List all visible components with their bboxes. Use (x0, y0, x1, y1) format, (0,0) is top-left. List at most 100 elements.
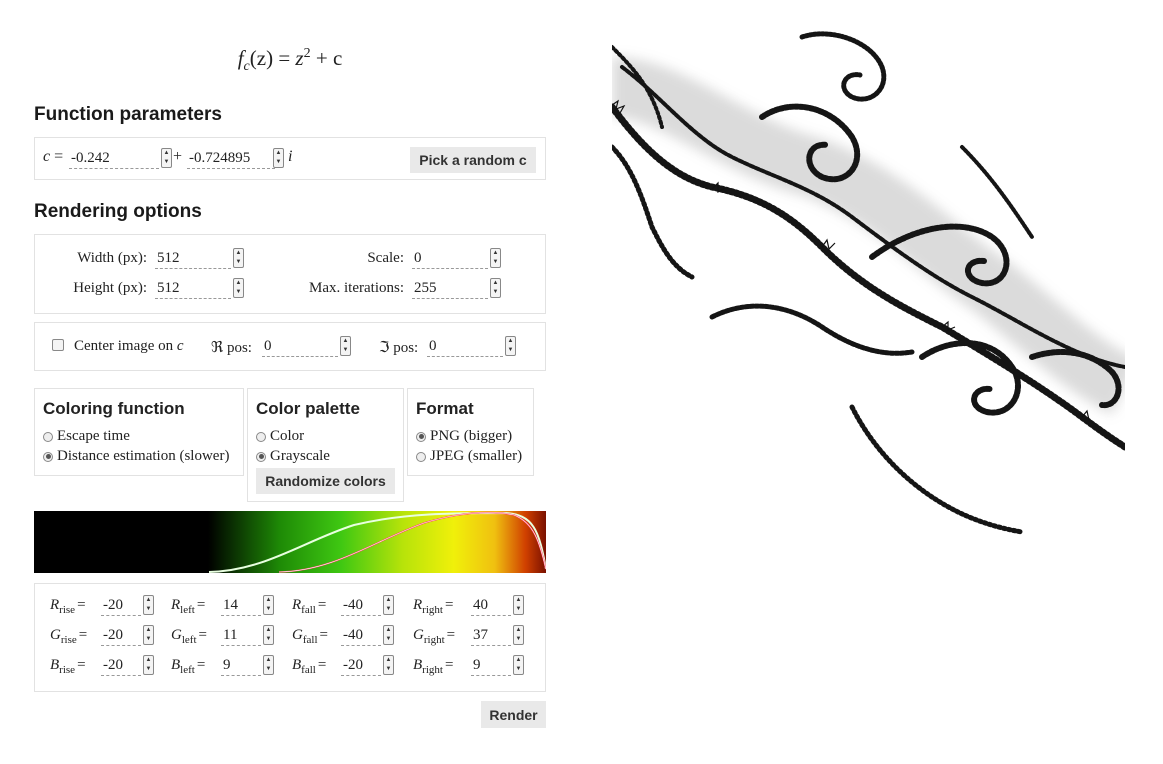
grayscale-radio[interactable] (256, 451, 266, 462)
param-label-r-left: Rleft = (171, 597, 205, 616)
width-input[interactable]: 512 (155, 247, 231, 269)
real-pos-spinner[interactable]: ▲ ▼ (340, 336, 351, 356)
param-spinner[interactable]: ▲ ▼ (513, 655, 524, 675)
height-field[interactable]: 512 ▲ ▼ (155, 277, 244, 299)
distance-estimation-option[interactable]: Distance estimation (slower) (43, 448, 229, 465)
param-field-g-left[interactable]: 11 ▲ ▼ (221, 624, 274, 646)
c-real-field[interactable]: -0.242 ▲ ▼ (69, 147, 172, 169)
param-label-r-right: Rright = (413, 597, 453, 616)
escape-time-label: Escape time (57, 428, 130, 444)
param-spinner[interactable]: ▲ ▼ (263, 655, 274, 675)
center-image-checkbox[interactable] (52, 339, 64, 351)
jpeg-label: JPEG (smaller) (430, 448, 523, 464)
param-spinner[interactable]: ▲ ▼ (263, 595, 274, 615)
param-field-r-left[interactable]: 14 ▲ ▼ (221, 594, 274, 616)
imag-pos-field[interactable]: 0 ▲ ▼ (427, 335, 516, 357)
scale-input[interactable]: 0 (412, 247, 488, 269)
real-pos-field[interactable]: 0 ▲ ▼ (262, 335, 351, 357)
imag-pos-input[interactable]: 0 (427, 335, 503, 357)
param-label-g-left: Gleft = (171, 627, 207, 646)
param-spinner[interactable]: ▲ ▼ (383, 655, 394, 675)
c-imag-spinner[interactable]: ▲ ▼ (273, 148, 284, 168)
equals-sign: = (444, 597, 454, 613)
grayscale-option[interactable]: Grayscale (256, 448, 330, 465)
param-field-r-rise[interactable]: -20 ▲ ▼ (101, 594, 154, 616)
escape-time-option[interactable]: Escape time (43, 428, 130, 445)
center-image-label: Center image on (74, 338, 174, 354)
gradient-params-panel: Rrise = -20 ▲ ▼ Rleft = 14 ▲ ▼ Rfall = -40 ▲ ▼ Rright = 4… (34, 583, 546, 692)
param-spinner[interactable]: ▲ ▼ (383, 625, 394, 645)
param-input-b-fall[interactable]: -20 (341, 654, 381, 676)
param-field-g-fall[interactable]: -40 ▲ ▼ (341, 624, 394, 646)
c-imag-field[interactable]: -0.724895 ▲ ▼ (187, 147, 284, 169)
param-input-g-left[interactable]: 11 (221, 624, 261, 646)
gradient-svg (34, 511, 547, 573)
param-input-g-right[interactable]: 37 (471, 624, 511, 646)
render-button[interactable]: Render (481, 701, 546, 728)
param-spinner[interactable]: ▲ ▼ (513, 595, 524, 615)
color-option[interactable]: Color (256, 428, 304, 445)
param-spinner[interactable]: ▲ ▼ (143, 625, 154, 645)
param-field-b-left[interactable]: 9 ▲ ▼ (221, 654, 274, 676)
max-iterations-field[interactable]: 255 ▲ ▼ (412, 277, 501, 299)
jpeg-radio[interactable] (416, 451, 426, 462)
param-label-b-rise: Brise = (50, 657, 86, 676)
c-imag-input[interactable]: -0.724895 (187, 147, 275, 169)
distance-estimation-radio[interactable] (43, 451, 53, 462)
channel-letter: G (50, 627, 61, 643)
scale-spinner[interactable]: ▲ ▼ (490, 248, 501, 268)
real-pos-input[interactable]: 0 (262, 335, 338, 357)
param-input-r-rise[interactable]: -20 (101, 594, 141, 616)
param-spinner[interactable]: ▲ ▼ (143, 595, 154, 615)
grayscale-label: Grayscale (270, 448, 330, 464)
param-spinner[interactable]: ▲ ▼ (383, 595, 394, 615)
max-iterations-spinner[interactable]: ▲ ▼ (490, 278, 501, 298)
param-input-r-right[interactable]: 40 (471, 594, 511, 616)
png-radio[interactable] (416, 431, 426, 442)
param-input-r-left[interactable]: 14 (221, 594, 261, 616)
param-field-g-rise[interactable]: -20 ▲ ▼ (101, 624, 154, 646)
imag-pos-spinner[interactable]: ▲ ▼ (505, 336, 516, 356)
param-input-r-fall[interactable]: -40 (341, 594, 381, 616)
height-label: Height (px): (73, 280, 147, 296)
param-input-g-rise[interactable]: -20 (101, 624, 141, 646)
param-field-b-fall[interactable]: -20 ▲ ▼ (341, 654, 394, 676)
equals-sign: = (198, 627, 207, 643)
param-field-b-right[interactable]: 9 ▲ ▼ (471, 654, 524, 676)
param-field-g-right[interactable]: 37 ▲ ▼ (471, 624, 524, 646)
channel-letter: G (171, 627, 182, 643)
param-subscript: right (422, 604, 443, 616)
param-input-b-rise[interactable]: -20 (101, 654, 141, 676)
max-iterations-input[interactable]: 255 (412, 277, 488, 299)
escape-time-radio[interactable] (43, 431, 53, 442)
param-label-g-right: Gright = (413, 627, 455, 646)
color-radio[interactable] (256, 431, 266, 442)
channel-letter: G (292, 627, 303, 643)
param-input-b-left[interactable]: 9 (221, 654, 261, 676)
param-spinner[interactable]: ▲ ▼ (143, 655, 154, 675)
randomize-colors-button[interactable]: Randomize colors (256, 468, 395, 494)
channel-letter: B (171, 657, 181, 673)
param-spinner[interactable]: ▲ ▼ (263, 625, 274, 645)
julia-set-render (612, 31, 1125, 535)
jpeg-option[interactable]: JPEG (smaller) (416, 448, 522, 465)
param-spinner[interactable]: ▲ ▼ (513, 625, 524, 645)
param-field-r-right[interactable]: 40 ▲ ▼ (471, 594, 524, 616)
format-panel: Format PNG (bigger) JPEG (smaller) (407, 388, 534, 476)
width-field[interactable]: 512 ▲ ▼ (155, 247, 244, 269)
param-field-b-rise[interactable]: -20 ▲ ▼ (101, 654, 154, 676)
param-label-b-fall: Bfall = (292, 657, 326, 676)
param-input-b-right[interactable]: 9 (471, 654, 511, 676)
pick-random-c-button[interactable]: Pick a random c (410, 147, 536, 173)
height-input[interactable]: 512 (155, 277, 231, 299)
param-field-r-fall[interactable]: -40 ▲ ▼ (341, 594, 394, 616)
param-subscript: left (180, 604, 195, 616)
scale-field[interactable]: 0 ▲ ▼ (412, 247, 501, 269)
c-real-input[interactable]: -0.242 (69, 147, 159, 169)
param-input-g-fall[interactable]: -40 (341, 624, 381, 646)
width-spinner[interactable]: ▲ ▼ (233, 248, 244, 268)
height-spinner[interactable]: ▲ ▼ (233, 278, 244, 298)
c-real-spinner[interactable]: ▲ ▼ (161, 148, 172, 168)
png-option[interactable]: PNG (bigger) (416, 428, 512, 445)
color-label: Color (270, 428, 305, 444)
